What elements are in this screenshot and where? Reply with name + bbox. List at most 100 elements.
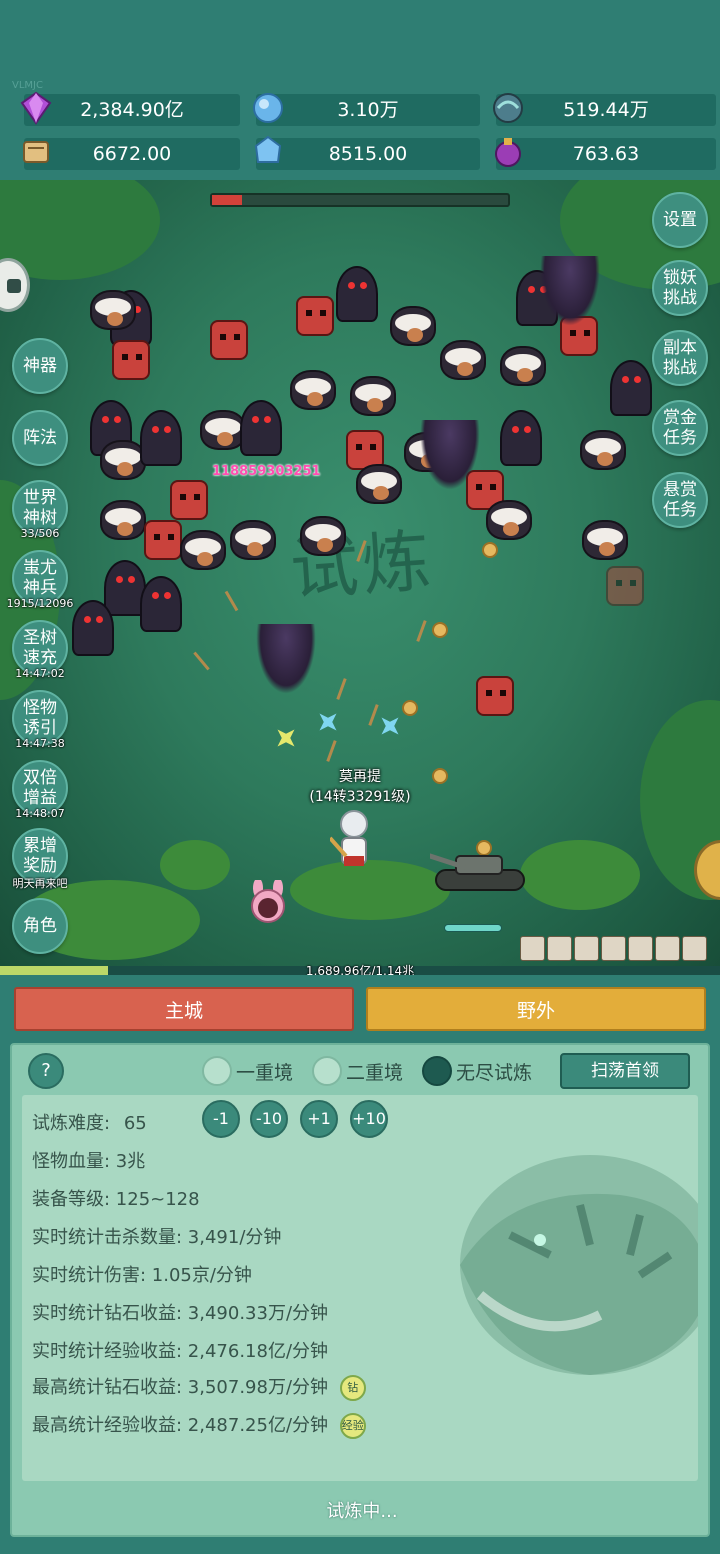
tornado-effect <box>256 624 316 694</box>
mode-first-realm[interactable]: 一重境 <box>202 1055 293 1087</box>
enemy-imp <box>240 400 282 456</box>
coin-drop <box>482 542 498 558</box>
resource-diamond-value: 2,384.90亿 <box>80 99 184 121</box>
sweep-boss-button[interactable]: 扫荡首领 <box>560 1053 690 1089</box>
enemy-ox <box>580 430 626 470</box>
difficulty-plus-10-button[interactable]: +10 <box>350 1100 388 1138</box>
enemy-ox <box>356 464 402 504</box>
damage-number: 118859303251 <box>212 464 321 479</box>
enemy-imp <box>610 360 652 416</box>
chat-icon <box>7 279 21 293</box>
radio-endless-trial[interactable] <box>422 1056 452 1086</box>
diamond-tag-icon: 钻 <box>339 1375 366 1401</box>
tab-wild[interactable]: 野外 <box>366 987 706 1031</box>
menu-reward-task-label: 悬赏任务 <box>663 480 697 520</box>
max-diamond-income-text: 最高统计钻石收益: 3,507.98万/分钟 <box>32 1377 329 1398</box>
resource-ice: 8515.00 <box>254 135 480 170</box>
mode-second-realm[interactable]: 二重境 <box>312 1055 403 1087</box>
menu-monster-lure-label: 怪物诱引 <box>23 698 57 738</box>
resource-bar: VLMJC 2,384.90亿 3.10万 519.44万 6672.00 85… <box>0 0 720 180</box>
radio-first-realm[interactable] <box>202 1056 232 1086</box>
enemy-ox <box>486 500 532 540</box>
resource-orb-value: 519.44万 <box>563 99 649 121</box>
player-character[interactable] <box>330 808 378 880</box>
resource-ice-value: 8515.00 <box>328 143 408 165</box>
kill-rate: 实时统计击杀数量: 3,491/分钟 <box>32 1227 282 1248</box>
coin-drop <box>432 768 448 784</box>
tiger-illustration <box>460 1155 698 1375</box>
menu-demon-lock-challenge[interactable]: 锁妖挑战 <box>652 260 708 316</box>
trial-difficulty: 试炼难度: 65 <box>32 1109 147 1139</box>
flying-sword <box>326 740 337 762</box>
foliage <box>520 840 640 910</box>
skill-icon <box>628 936 653 961</box>
skill-icon <box>601 936 626 961</box>
menu-world-tree-sub: 33/506 <box>20 527 60 540</box>
mode-endless-trial[interactable]: 无尽试炼 <box>422 1055 532 1087</box>
enemy-imp <box>336 266 378 322</box>
skill-icon <box>547 936 572 961</box>
boss-hp-bar <box>210 193 510 207</box>
menu-bounty-task[interactable]: 赏金任务 <box>652 400 708 456</box>
foliage <box>160 840 230 890</box>
difficulty-minus-10-button[interactable]: -10 <box>250 1100 288 1138</box>
buff-icons <box>520 936 707 962</box>
enemy-ox <box>90 290 136 330</box>
menu-chiyou-weapon-sub: 1915/12096 <box>6 597 74 610</box>
max-diamond-income: 最高统计钻石收益: 3,507.98万/分钟 钻 <box>32 1373 366 1403</box>
menu-dungeon-challenge[interactable]: 副本挑战 <box>652 330 708 386</box>
tank-ally[interactable] <box>430 840 530 896</box>
enemy-cube <box>144 520 182 560</box>
enemy-ox <box>582 520 628 560</box>
menu-demon-lock-challenge-label: 锁妖挑战 <box>663 268 697 308</box>
menu-chiyou-weapon-label: 蚩尤神兵 <box>23 558 57 598</box>
pet-bunny[interactable] <box>246 880 290 934</box>
enemy-cube <box>112 340 150 380</box>
enemy-ox <box>390 306 436 346</box>
equipment-level: 装备等级: 125~128 <box>32 1189 200 1210</box>
enemy-imp <box>140 410 182 466</box>
menu-settings-label: 设置 <box>663 210 697 230</box>
tab-main-city[interactable]: 主城 <box>14 987 354 1031</box>
enemy-ox <box>290 370 336 410</box>
enemy-cube <box>170 480 208 520</box>
menu-settings[interactable]: 设置 <box>652 192 708 248</box>
menu-cumulative-reward-label: 累增奖励 <box>23 836 57 876</box>
boss-hp-fill <box>212 195 242 205</box>
enemy-cube <box>606 566 644 606</box>
menu-dungeon-challenge-label: 副本挑战 <box>663 338 697 378</box>
menu-artifact[interactable]: 神器 <box>12 338 68 394</box>
menu-bounty-task-label: 赏金任务 <box>663 408 697 448</box>
menu-tree-recharge-label: 圣树速充 <box>23 628 57 668</box>
tank-hp-bar <box>444 924 502 932</box>
menu-reward-task[interactable]: 悬赏任务 <box>652 472 708 528</box>
battle-field[interactable]: 试炼 118859303251 莫再提 (14转33291级) 神器 阵法 世界… <box>0 180 720 975</box>
mode-endless-trial-label: 无尽试炼 <box>456 1061 533 1084</box>
menu-formation[interactable]: 阵法 <box>12 410 68 466</box>
skill-icon <box>682 936 707 961</box>
difficulty-plus-1-button[interactable]: +1 <box>300 1100 338 1138</box>
monster-hp: 怪物血量: 3兆 <box>32 1151 146 1172</box>
exp-text: 1,689.96亿/1.14兆 <box>305 964 415 975</box>
diamond-income-rate: 实时统计钻石收益: 3,490.33万/分钟 <box>32 1303 329 1324</box>
tornado-effect <box>420 420 480 490</box>
exp-tag-icon: 经验 <box>339 1413 366 1439</box>
difficulty-minus-1-button[interactable]: -1 <box>202 1100 240 1138</box>
shuriken-icon <box>319 713 337 731</box>
enemy-ox <box>440 340 486 380</box>
trial-difficulty-label: 试炼难度: <box>32 1113 111 1134</box>
trial-status: 试炼中... <box>326 1501 398 1522</box>
radio-second-realm[interactable] <box>312 1056 342 1086</box>
shuriken-icon <box>381 717 399 735</box>
menu-character[interactable]: 角色 <box>12 898 68 954</box>
flying-sword <box>224 590 239 612</box>
player-name: 莫再提 <box>339 769 381 785</box>
flying-sword <box>193 651 210 671</box>
menu-tree-recharge-timer: 14:47:02 <box>15 667 65 680</box>
menu-double-buff-label: 双倍增益 <box>23 768 57 808</box>
resource-crystal: 3.10万 <box>253 93 480 126</box>
tornado-effect <box>540 256 600 326</box>
max-exp-income: 最高统计经验收益: 2,487.25亿/分钟 经验 <box>32 1411 366 1441</box>
coin-drop <box>432 622 448 638</box>
help-button[interactable]: ? <box>28 1053 64 1089</box>
